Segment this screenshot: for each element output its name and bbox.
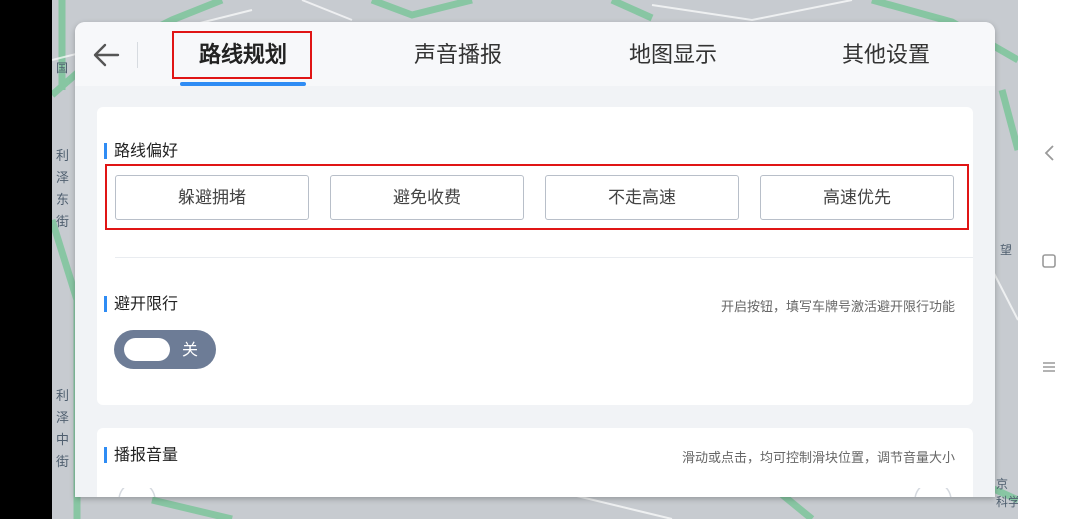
- header-divider: [137, 42, 138, 68]
- back-button[interactable]: [91, 40, 121, 70]
- nav-back-icon[interactable]: [1036, 140, 1062, 166]
- volume-low-icon: [118, 488, 156, 497]
- volume-card: 播报音量 滑动或点击，均可控制滑块位置，调节音量大小: [97, 428, 973, 497]
- left-black-band: [0, 0, 52, 519]
- tab-voice-broadcast[interactable]: 声音播报: [393, 40, 523, 72]
- map-label: 泽: [56, 411, 69, 426]
- nav-menu-icon[interactable]: [1036, 354, 1062, 380]
- avoid-restriction-hint: 开启按钮，填写车牌号激活避开限行功能: [720, 300, 955, 315]
- section-divider: [115, 257, 973, 258]
- settings-panel: 路线规划 声音播报 地图显示 其他设置 路线偏好 躲避拥堵 避免收费 不走高速 …: [75, 22, 995, 497]
- system-nav-bar: [1018, 0, 1080, 519]
- active-tab-indicator: [180, 82, 306, 86]
- volume-high-icon: [914, 488, 952, 497]
- nav-home-icon[interactable]: [1036, 248, 1062, 274]
- map-label: 国: [56, 61, 68, 75]
- map-label: 京: [996, 477, 1008, 491]
- avoid-restriction-toggle[interactable]: 关: [114, 330, 216, 369]
- map-label: 望: [1000, 243, 1012, 257]
- map-label: 利: [56, 389, 69, 404]
- map-label: 街: [56, 215, 69, 230]
- toggle-knob: [124, 338, 170, 361]
- tab-map-display[interactable]: 地图显示: [608, 40, 738, 72]
- route-pref-title: 路线偏好: [104, 142, 178, 160]
- tab-header: 路线规划 声音播报 地图显示 其他设置: [75, 22, 995, 86]
- toggle-state-label: 关: [182, 340, 199, 359]
- tab-other-settings[interactable]: 其他设置: [823, 40, 949, 72]
- route-settings-card: 路线偏好 躲避拥堵 避免收费 不走高速 高速优先 避开限行 开启按钮，填写车牌号…: [97, 107, 973, 405]
- avoid-restriction-title: 避开限行: [104, 295, 178, 313]
- map-label: 东: [56, 193, 69, 208]
- highlight-box-options: [105, 164, 969, 230]
- arrow-left-icon: [93, 43, 120, 67]
- volume-hint: 滑动或点击，均可控制滑块位置，调节音量大小: [681, 451, 955, 466]
- map-label: 泽: [56, 171, 69, 186]
- map-label: 街: [56, 455, 69, 470]
- map-label: 科学: [996, 494, 1018, 509]
- volume-title: 播报音量: [104, 446, 178, 464]
- map-label: 中: [56, 433, 69, 448]
- highlight-box-tab: [172, 31, 312, 79]
- map-label: 利: [56, 149, 69, 164]
